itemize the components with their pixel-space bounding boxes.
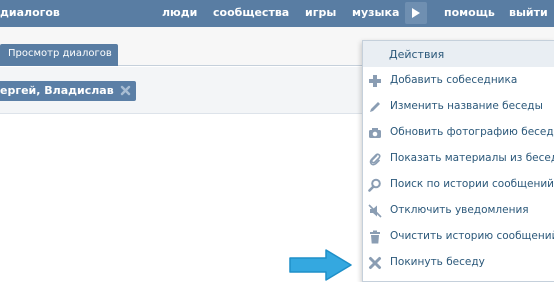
top-navigation-bar: диалогов люди сообщества игры музыка пом… (0, 0, 554, 27)
participants-label: ергей, Владислав (0, 84, 114, 97)
nav-link-logout[interactable]: выйти (509, 6, 548, 19)
paperclip-icon (369, 153, 381, 166)
menu-item-label: Очистить историю сообщений (390, 230, 554, 242)
camera-icon (369, 128, 381, 138)
pencil-icon (370, 102, 380, 112)
menu-item-mute-notifications[interactable]: Отключить уведомления (363, 198, 554, 224)
nav-link-people[interactable]: люди (162, 6, 197, 19)
play-icon (412, 8, 420, 18)
menu-item-label: Покинуть беседу (390, 256, 485, 268)
menu-item-add-participant[interactable]: Добавить собеседника (363, 68, 554, 94)
menu-item-rename-chat[interactable]: Изменить название беседы (363, 94, 554, 120)
menu-item-label: Добавить собеседника (390, 74, 518, 86)
menu-item-update-photo[interactable]: Обновить фотографию беседы (363, 120, 554, 146)
actions-menu-header[interactable]: Действия (363, 41, 554, 67)
menu-item-label: Показать материалы из беседы (390, 152, 554, 164)
close-icon (369, 257, 381, 269)
add-user-icon (369, 75, 381, 87)
tab-view-dialogs[interactable]: Просмотр диалогов (0, 44, 118, 66)
actions-dropdown-menu: Действия Добавить собеседника Изменить н… (362, 40, 554, 282)
chip-close-icon[interactable] (120, 85, 131, 96)
nav-dialogs-title[interactable]: диалогов (0, 6, 60, 19)
menu-item-label: Обновить фотографию беседы (390, 126, 554, 138)
menu-item-search-history[interactable]: Поиск по истории сообщений (363, 172, 554, 198)
nav-link-music[interactable]: музыка (352, 6, 399, 19)
menu-item-show-attachments[interactable]: Показать материалы из беседы (363, 146, 554, 172)
trash-icon (370, 230, 380, 244)
mute-icon (368, 204, 382, 218)
menu-item-label: Поиск по истории сообщений (390, 178, 554, 190)
menu-item-label: Отключить уведомления (390, 204, 529, 216)
search-icon (368, 178, 381, 192)
menu-item-label: Изменить название беседы (390, 100, 543, 112)
menu-item-clear-history[interactable]: Очистить историю сообщений (363, 224, 554, 250)
nav-link-communities[interactable]: сообщества (213, 6, 289, 19)
nav-link-help[interactable]: помощь (444, 6, 495, 19)
pointer-arrow-icon (289, 249, 352, 281)
menu-item-leave-chat[interactable]: Покинуть беседу (363, 250, 554, 276)
nav-link-games[interactable]: игры (305, 6, 336, 19)
music-play-button[interactable] (405, 2, 427, 24)
participants-chip[interactable]: ергей, Владислав (0, 81, 136, 101)
